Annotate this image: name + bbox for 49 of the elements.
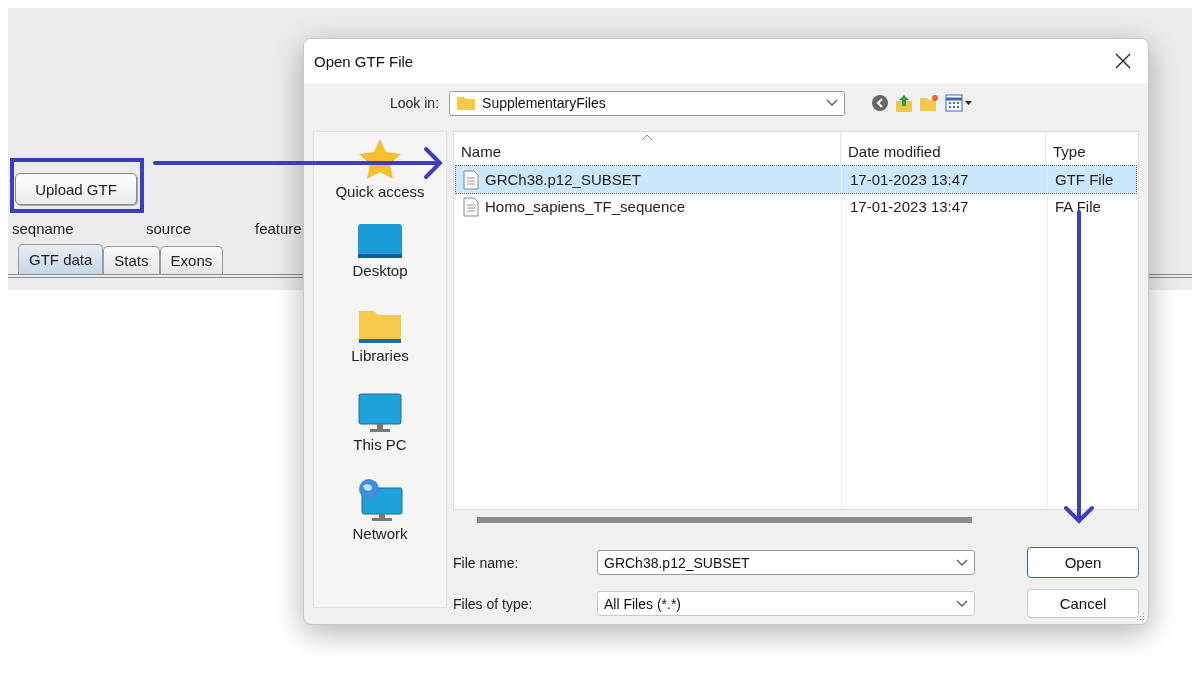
file-name: Homo_sapiens_TF_sequence [485, 198, 686, 215]
file-icon [463, 169, 479, 190]
field-label: Files of type: [453, 595, 534, 612]
tab[interactable]: Exons [159, 246, 224, 274]
tab[interactable]: GTF data [18, 244, 104, 274]
date-cell-text: 17-01-2023 13:47 [849, 171, 970, 188]
new-folder-icon[interactable] [919, 94, 940, 112]
close-icon[interactable] [1115, 53, 1131, 69]
type-cell-text: FA File [1054, 198, 1102, 215]
scrollbar[interactable] [477, 517, 972, 523]
place-item[interactable]: Desktop [352, 223, 408, 306]
type-cell-text: GTF File [1054, 171, 1115, 188]
upload-button[interactable]: Upload GTF [15, 173, 137, 205]
up-folder-icon[interactable] [895, 93, 914, 113]
column-header: seqname [11, 219, 75, 237]
file-name: GRCh38.p12_SUBSET [485, 171, 641, 188]
file-row[interactable]: Homo_sapiens_TF_sequence 17-01-2023 13:47 FA File [456, 193, 1136, 220]
column-header: feature [254, 219, 303, 237]
place-item[interactable]: This PC [353, 393, 407, 476]
view-menu-icon[interactable] [945, 94, 974, 112]
file-name-field[interactable]: GRCh38.p12_SUBSET [597, 550, 975, 575]
field-label: File name: [453, 554, 520, 571]
column-header: source [145, 219, 193, 237]
look-in-dropdown[interactable]: SupplementaryFiles [449, 90, 846, 116]
monitor-icon [358, 393, 402, 433]
open-button[interactable]: Open [1027, 547, 1139, 578]
back-icon[interactable] [871, 94, 890, 112]
date-cell-text: 17-01-2023 13:47 [849, 198, 970, 215]
place-item[interactable]: Network [352, 478, 408, 561]
column-header[interactable]: Type [1046, 132, 1138, 166]
dropdown-icon [826, 99, 839, 107]
desktop-icon [357, 223, 403, 259]
network-icon [357, 478, 403, 522]
folder-icon [358, 308, 402, 344]
file-type-dropdown[interactable]: All Files (*.*) [597, 591, 975, 616]
place-item[interactable]: Quick access [335, 138, 425, 221]
tab[interactable]: Stats [103, 246, 160, 274]
file-icon [463, 196, 479, 217]
folder-icon [456, 95, 477, 111]
dropdown-icon [956, 599, 968, 608]
file-row[interactable]: GRCh38.p12_SUBSET 17-01-2023 13:47 GTF File [456, 166, 1136, 193]
resize-grip-icon[interactable] [1135, 611, 1145, 621]
cancel-button[interactable]: Cancel [1027, 589, 1139, 618]
field-label: Look in: [390, 95, 440, 111]
dropdown-icon [956, 558, 968, 567]
place-item[interactable]: Libraries [351, 308, 409, 391]
dialog-title: Open GTF File [314, 52, 414, 70]
star-icon [358, 138, 402, 180]
sort-icon [641, 134, 653, 141]
